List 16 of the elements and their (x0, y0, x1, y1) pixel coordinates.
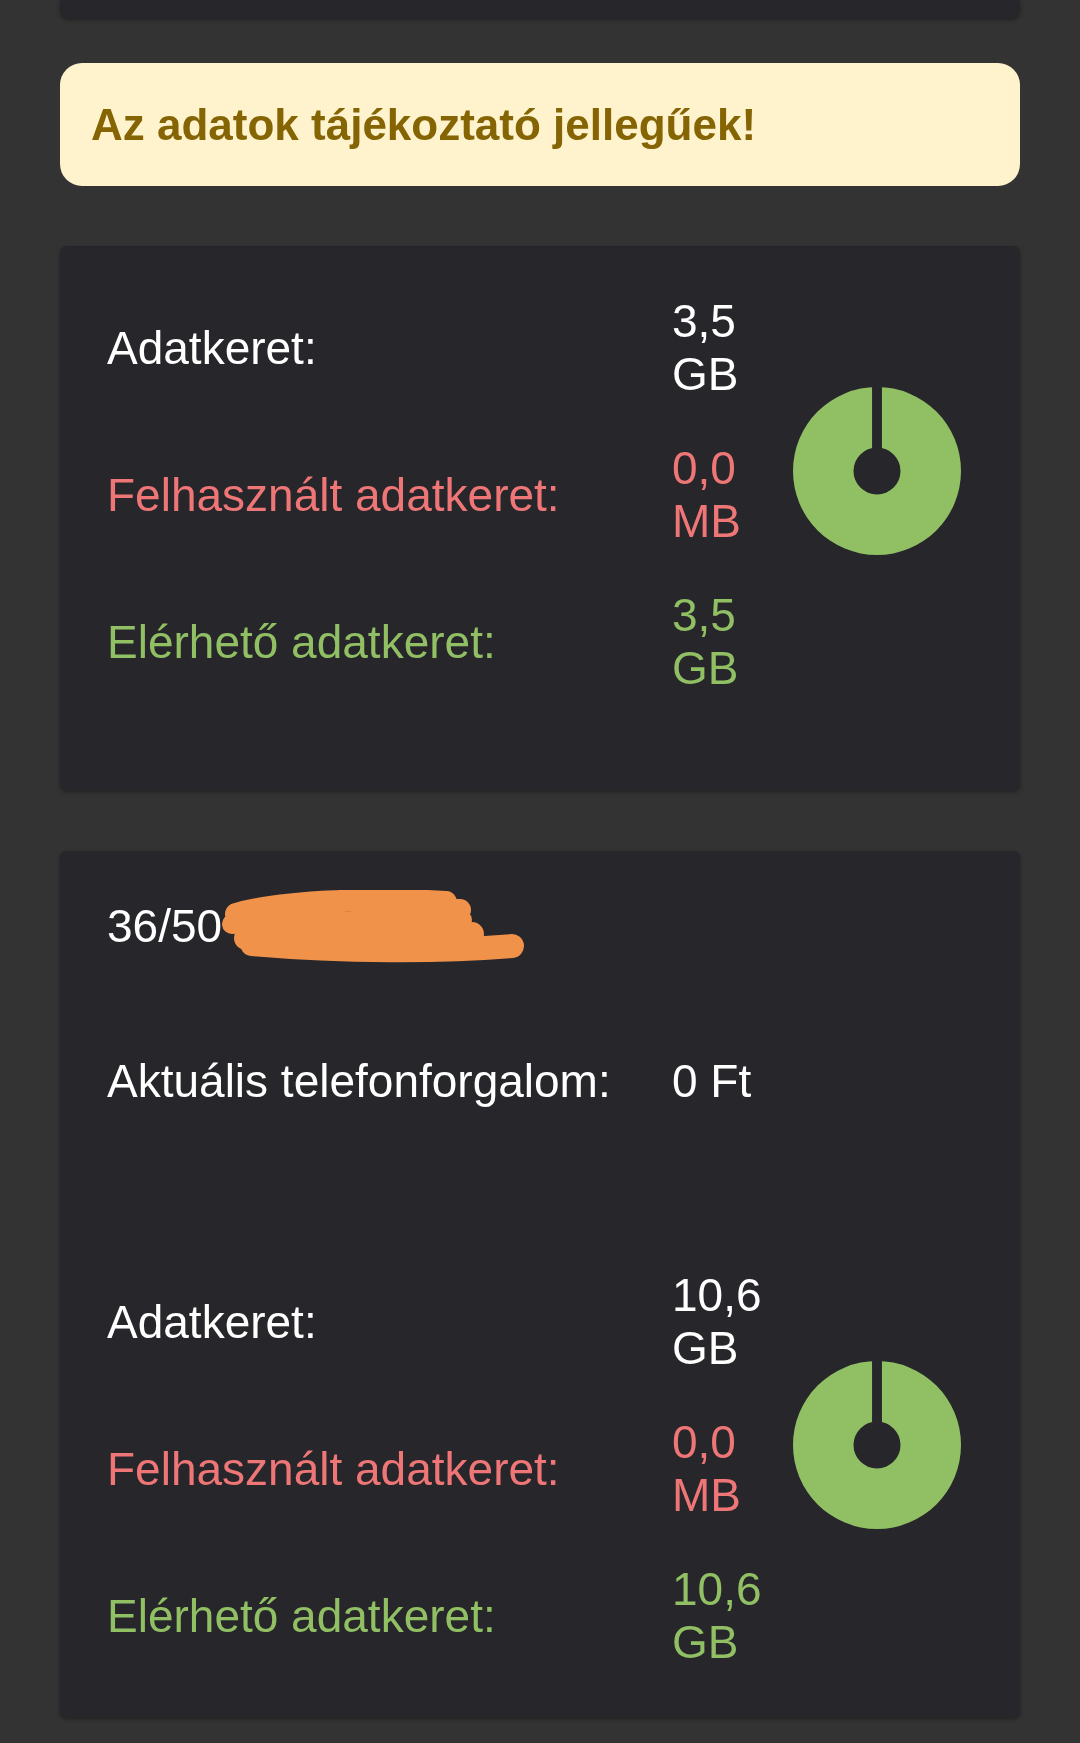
stat-label: Adatkeret: (107, 1295, 318, 1349)
phone-number: 36/50 (107, 900, 223, 953)
stat-label: Elérhető adatkeret: (107, 1589, 497, 1643)
stat-label: Felhasznált adatkeret: (107, 1442, 561, 1496)
stat-value: 10,6 GB (672, 1563, 763, 1669)
balance-label: Aktuális telefonforgalom: (107, 1055, 612, 1108)
stat-label: Felhasznált adatkeret: (107, 468, 561, 522)
stat-value: 10,6 GB (672, 1269, 763, 1375)
stat-value: 3,5 GB (672, 589, 740, 695)
balance-value: 0 Ft (672, 1055, 753, 1108)
stat-value: 0,0 MB (672, 1416, 742, 1522)
stat-label: Adatkeret: (107, 321, 318, 375)
stat-value: 3,5 GB (672, 295, 740, 401)
stat-label: Elérhető adatkeret: (107, 615, 497, 669)
stat-value: 0,0 MB (672, 442, 742, 548)
info-notice: Az adatok tájékoztató jellegűek! (60, 63, 1020, 186)
